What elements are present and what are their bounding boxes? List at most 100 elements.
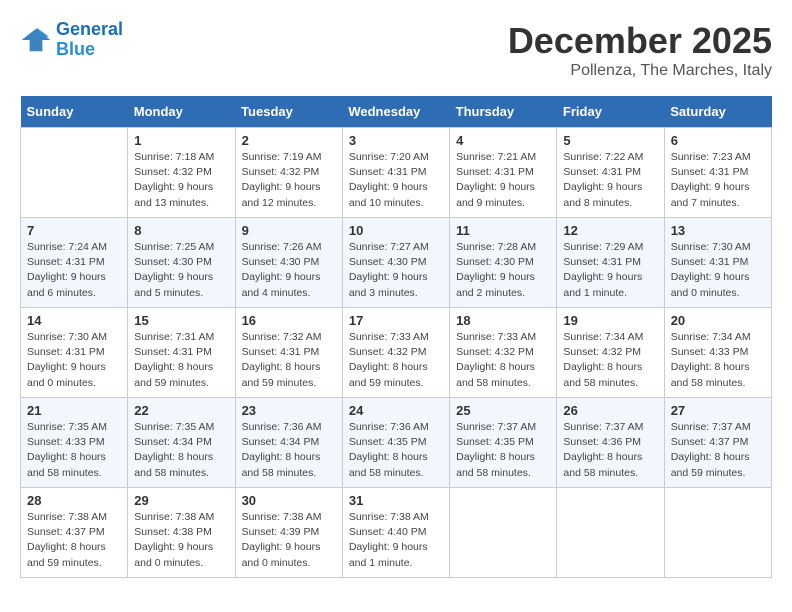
- header-friday: Friday: [557, 96, 664, 128]
- calendar-week-row: 1 Sunrise: 7:18 AM Sunset: 4:32 PM Daylig…: [21, 128, 772, 218]
- logo: General Blue: [20, 20, 123, 60]
- calendar-cell: 7 Sunrise: 7:24 AM Sunset: 4:31 PM Daylig…: [21, 218, 128, 308]
- calendar-week-row: 28Sunrise: 7:38 AM Sunset: 4:37 PM Dayli…: [21, 488, 772, 578]
- day-info: Sunrise: 7:37 AM Sunset: 4:36 PM Dayligh…: [563, 420, 657, 481]
- day-info: Sunrise: 7:36 AM Sunset: 4:34 PM Dayligh…: [242, 420, 336, 481]
- day-number: 1: [134, 133, 228, 148]
- calendar-cell: 5Sunrise: 7:22 AM Sunset: 4:31 PM Daylig…: [557, 128, 664, 218]
- logo-line2: Blue: [56, 39, 95, 59]
- day-info: Sunrise: 7:32 AM Sunset: 4:31 PM Dayligh…: [242, 330, 336, 391]
- day-number: 26: [563, 403, 657, 418]
- day-number: 7: [27, 223, 121, 238]
- calendar-cell: 9Sunrise: 7:26 AM Sunset: 4:30 PM Daylig…: [235, 218, 342, 308]
- day-info: Sunrise: 7:25 AM Sunset: 4:30 PM Dayligh…: [134, 240, 228, 301]
- day-number: 10: [349, 223, 443, 238]
- day-info: Sunrise: 7:34 AM Sunset: 4:33 PM Dayligh…: [671, 330, 765, 391]
- calendar-cell: 18 Sunrise: 7:33 AM Sunset: 4:32 PM Dayli…: [450, 308, 557, 398]
- calendar-cell: 4 Sunrise: 7:21 AM Sunset: 4:31 PM Daylig…: [450, 128, 557, 218]
- day-info: Sunrise: 7:35 AM Sunset: 4:34 PM Dayligh…: [134, 420, 228, 481]
- calendar-cell: 12 Sunrise: 7:29 AM Sunset: 4:31 PM Dayli…: [557, 218, 664, 308]
- day-info: Sunrise: 7:35 AM Sunset: 4:33 PM Dayligh…: [27, 420, 121, 481]
- calendar-cell: [664, 488, 771, 578]
- day-info: Sunrise: 7:23 AM Sunset: 4:31 PM Dayligh…: [671, 150, 765, 211]
- calendar-header-row: SundayMondayTuesdayWednesdayThursdayFrid…: [21, 96, 772, 128]
- day-info: Sunrise: 7:20 AM Sunset: 4:31 PM Dayligh…: [349, 150, 443, 211]
- day-number: 12: [563, 223, 657, 238]
- day-number: 25: [456, 403, 550, 418]
- calendar-cell: [21, 128, 128, 218]
- day-number: 3: [349, 133, 443, 148]
- day-number: 18: [456, 313, 550, 328]
- day-info: Sunrise: 7:36 AM Sunset: 4:35 PM Dayligh…: [349, 420, 443, 481]
- day-number: 4: [456, 133, 550, 148]
- calendar-cell: 23 Sunrise: 7:36 AM Sunset: 4:34 PM Dayli…: [235, 398, 342, 488]
- calendar-cell: 29Sunrise: 7:38 AM Sunset: 4:38 PM Dayli…: [128, 488, 235, 578]
- header-wednesday: Wednesday: [342, 96, 449, 128]
- day-number: 14: [27, 313, 121, 328]
- calendar-cell: 24Sunrise: 7:36 AM Sunset: 4:35 PM Dayli…: [342, 398, 449, 488]
- day-number: 6: [671, 133, 765, 148]
- day-number: 17: [349, 313, 443, 328]
- location-title: Pollenza, The Marches, Italy: [508, 62, 772, 80]
- page-header: General Blue December 2025 Pollenza, The…: [20, 20, 772, 80]
- calendar-cell: 14 Sunrise: 7:30 AM Sunset: 4:31 PM Dayli…: [21, 308, 128, 398]
- day-info: Sunrise: 7:29 AM Sunset: 4:31 PM Dayligh…: [563, 240, 657, 301]
- day-number: 19: [563, 313, 657, 328]
- calendar-table: SundayMondayTuesdayWednesdayThursdayFrid…: [20, 96, 772, 578]
- calendar-cell: 13Sunrise: 7:30 AM Sunset: 4:31 PM Dayli…: [664, 218, 771, 308]
- header-tuesday: Tuesday: [235, 96, 342, 128]
- calendar-cell: 28Sunrise: 7:38 AM Sunset: 4:37 PM Dayli…: [21, 488, 128, 578]
- day-info: Sunrise: 7:19 AM Sunset: 4:32 PM Dayligh…: [242, 150, 336, 211]
- header-monday: Monday: [128, 96, 235, 128]
- day-number: 11: [456, 223, 550, 238]
- day-number: 27: [671, 403, 765, 418]
- day-info: Sunrise: 7:33 AM Sunset: 4:32 PM Dayligh…: [349, 330, 443, 391]
- logo-text: General Blue: [56, 20, 123, 60]
- day-number: 9: [242, 223, 336, 238]
- calendar-cell: 26 Sunrise: 7:37 AM Sunset: 4:36 PM Dayli…: [557, 398, 664, 488]
- day-number: 2: [242, 133, 336, 148]
- calendar-cell: 2 Sunrise: 7:19 AM Sunset: 4:32 PM Daylig…: [235, 128, 342, 218]
- calendar-cell: 15Sunrise: 7:31 AM Sunset: 4:31 PM Dayli…: [128, 308, 235, 398]
- day-info: Sunrise: 7:21 AM Sunset: 4:31 PM Dayligh…: [456, 150, 550, 211]
- header-saturday: Saturday: [664, 96, 771, 128]
- day-info: Sunrise: 7:28 AM Sunset: 4:30 PM Dayligh…: [456, 240, 550, 301]
- header-sunday: Sunday: [21, 96, 128, 128]
- calendar-cell: [450, 488, 557, 578]
- calendar-cell: [557, 488, 664, 578]
- title-block: December 2025 Pollenza, The Marches, Ita…: [508, 20, 772, 80]
- day-info: Sunrise: 7:18 AM Sunset: 4:32 PM Dayligh…: [134, 150, 228, 211]
- day-number: 8: [134, 223, 228, 238]
- day-info: Sunrise: 7:33 AM Sunset: 4:32 PM Dayligh…: [456, 330, 550, 391]
- calendar-cell: 19 Sunrise: 7:34 AM Sunset: 4:32 PM Dayli…: [557, 308, 664, 398]
- day-number: 13: [671, 223, 765, 238]
- calendar-cell: 21 Sunrise: 7:35 AM Sunset: 4:33 PM Dayli…: [21, 398, 128, 488]
- calendar-cell: 3 Sunrise: 7:20 AM Sunset: 4:31 PM Daylig…: [342, 128, 449, 218]
- day-info: Sunrise: 7:38 AM Sunset: 4:40 PM Dayligh…: [349, 510, 443, 571]
- day-number: 28: [27, 493, 121, 508]
- day-info: Sunrise: 7:34 AM Sunset: 4:32 PM Dayligh…: [563, 330, 657, 391]
- day-info: Sunrise: 7:22 AM Sunset: 4:31 PM Dayligh…: [563, 150, 657, 211]
- day-info: Sunrise: 7:37 AM Sunset: 4:35 PM Dayligh…: [456, 420, 550, 481]
- day-info: Sunrise: 7:37 AM Sunset: 4:37 PM Dayligh…: [671, 420, 765, 481]
- calendar-cell: 11 Sunrise: 7:28 AM Sunset: 4:30 PM Dayli…: [450, 218, 557, 308]
- calendar-week-row: 14 Sunrise: 7:30 AM Sunset: 4:31 PM Dayli…: [21, 308, 772, 398]
- day-info: Sunrise: 7:38 AM Sunset: 4:39 PM Dayligh…: [242, 510, 336, 571]
- day-info: Sunrise: 7:30 AM Sunset: 4:31 PM Dayligh…: [27, 330, 121, 391]
- logo-line1: General: [56, 19, 123, 39]
- logo-icon: [20, 24, 52, 56]
- calendar-week-row: 21 Sunrise: 7:35 AM Sunset: 4:33 PM Dayli…: [21, 398, 772, 488]
- day-number: 31: [349, 493, 443, 508]
- header-thursday: Thursday: [450, 96, 557, 128]
- month-title: December 2025: [508, 20, 772, 62]
- day-number: 23: [242, 403, 336, 418]
- calendar-cell: 8 Sunrise: 7:25 AM Sunset: 4:30 PM Daylig…: [128, 218, 235, 308]
- calendar-cell: 31 Sunrise: 7:38 AM Sunset: 4:40 PM Dayli…: [342, 488, 449, 578]
- calendar-cell: 10Sunrise: 7:27 AM Sunset: 4:30 PM Dayli…: [342, 218, 449, 308]
- day-info: Sunrise: 7:38 AM Sunset: 4:38 PM Dayligh…: [134, 510, 228, 571]
- day-number: 16: [242, 313, 336, 328]
- day-number: 21: [27, 403, 121, 418]
- day-number: 15: [134, 313, 228, 328]
- calendar-week-row: 7 Sunrise: 7:24 AM Sunset: 4:31 PM Daylig…: [21, 218, 772, 308]
- day-info: Sunrise: 7:24 AM Sunset: 4:31 PM Dayligh…: [27, 240, 121, 301]
